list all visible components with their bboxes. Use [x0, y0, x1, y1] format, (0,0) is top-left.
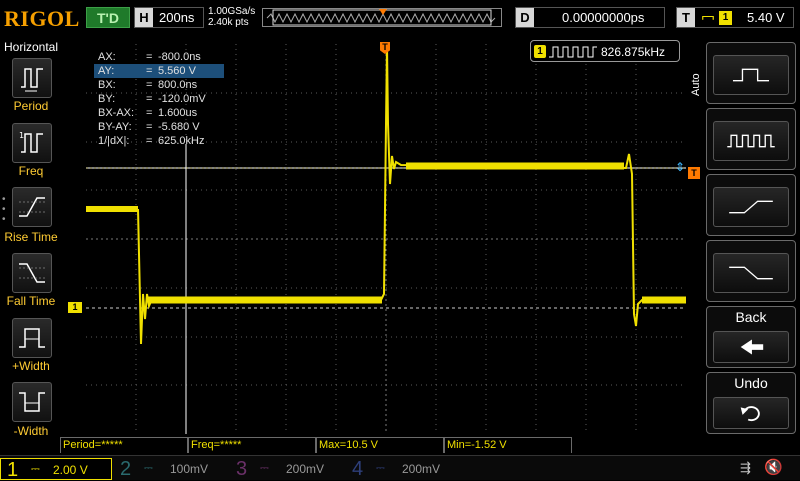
measurement-max[interactable]: Max=10.5 V [316, 437, 444, 453]
sound-muted-icon[interactable]: 🔇 [764, 458, 783, 476]
auto-menu-label: Auto [690, 73, 702, 96]
cursor-row: AX: = -800.0ns [98, 51, 201, 63]
auto-rising-edge-button[interactable] [706, 174, 796, 236]
channel1-box[interactable]: 1 ⎓ 2.00 V [0, 458, 112, 481]
cursor-row: BX: = 800.0ns [98, 79, 198, 91]
rise-time-icon [19, 197, 45, 217]
left-menu-title: Horizontal [4, 40, 59, 54]
dc-coupling-icon: ⎓ [376, 462, 385, 474]
auto-pulse-train-button[interactable] [706, 108, 796, 170]
negative-width-button[interactable] [12, 382, 52, 422]
horizontal-timebase-readout[interactable]: H 200ns [134, 7, 204, 28]
delay-key: D [516, 8, 534, 27]
memory-depth: 2.40k pts [208, 17, 249, 28]
acquisition-info: 1.00GSa/s 2.40k pts [208, 6, 255, 28]
auto-falling-edge-button[interactable] [706, 240, 796, 302]
period-label: Period [13, 99, 49, 113]
channel-bar: 1 ⎓ 2.00 V 2 ⎓ 100mV 3 ⎓ 200mV 4 ⎓ 200mV… [0, 455, 800, 481]
rising-edge-icon [729, 200, 773, 214]
dc-coupling-icon: ⎓ [144, 462, 153, 474]
frequency-channel-badge: 1 [534, 45, 546, 58]
dc-coupling-icon: ⎓ [31, 463, 40, 475]
period-icon [21, 68, 43, 92]
freq-button[interactable]: 1 [12, 123, 52, 163]
back-label: Back [735, 309, 767, 325]
positive-width-icon [19, 328, 45, 348]
frequency-value: 826.875kHz [601, 45, 666, 59]
menu-scroll-dots: • • • [2, 194, 6, 225]
negative-width-icon [19, 392, 45, 412]
usb-icon: ⇶ [740, 460, 751, 475]
channel3-scale: 200mV [286, 462, 325, 476]
rise-time-label: Rise Time [4, 230, 58, 244]
horizontal-key: H [135, 8, 153, 27]
cursor-arrows-icon: ⇕ [675, 160, 686, 174]
trigger-level-marker[interactable]: T [688, 167, 700, 179]
channel1-scale: 2.00 V [53, 463, 88, 477]
channel4-box[interactable]: 4 ⎓ 200mV [346, 458, 458, 480]
undo-label: Undo [734, 375, 768, 391]
horizontal-delay-readout[interactable]: D 0.00000000ps [515, 7, 665, 28]
memory-overview-bar [262, 8, 502, 27]
delay-value: 0.00000000ps [562, 10, 645, 25]
falling-edge-icon [729, 266, 773, 280]
memory-waveform-icon [266, 9, 496, 26]
channel3-box[interactable]: 3 ⎓ 200mV [230, 458, 342, 480]
undo-button[interactable]: Undo [706, 372, 796, 434]
sample-rate: 1.00GSa/s [208, 6, 256, 17]
measurement-bar: Period=***** Freq=***** Max=10.5 V Min=-… [60, 437, 572, 453]
channel1-offset-marker[interactable]: 1 [68, 302, 82, 313]
cursor-row: BY-AY: = -5.680 V [98, 121, 200, 133]
fall-time-icon [19, 263, 45, 283]
channel3-number: 3 [236, 458, 248, 480]
rising-edge-icon: ⼍ [701, 11, 715, 27]
channel1-number: 1 [7, 459, 19, 481]
cursor-readout-table: AX: = -800.0ns AY: = 5.560 V BX: = 800.0ns BY:… [94, 50, 224, 148]
measurement-period[interactable]: Period=***** [60, 437, 188, 453]
period-button[interactable] [12, 58, 52, 98]
fall-time-label: Fall Time [6, 294, 56, 308]
freq-label: Freq [18, 164, 44, 178]
rise-time-button[interactable] [12, 187, 52, 227]
single-pulse-icon [732, 68, 770, 82]
measurement-freq[interactable]: Freq=***** [188, 437, 316, 453]
frequency-icon: 1 [19, 131, 43, 153]
frequency-counter: 1 826.875kHz [530, 40, 680, 62]
cursor-row: BY: = -120.0mV [98, 93, 206, 105]
cursor-row-selected: AY: = 5.560 V [94, 64, 224, 78]
back-button[interactable]: Back [706, 306, 796, 368]
cursor-row: BX-AX: = 1.600us [98, 107, 198, 119]
trigger-status-badge: T'D [86, 7, 130, 28]
channel2-box[interactable]: 2 ⎓ 100mV [114, 458, 226, 480]
trigger-key: T [677, 8, 695, 27]
measurement-min[interactable]: Min=-1.52 V [444, 437, 572, 453]
timebase-value: 200ns [159, 10, 195, 25]
channel2-number: 2 [120, 458, 132, 480]
trigger-source-badge: 1 [719, 11, 732, 25]
fall-time-button[interactable] [12, 253, 52, 293]
negative-width-label: -Width [13, 424, 49, 438]
square-wave-icon [549, 46, 597, 58]
cursor-row: 1/|dX|: = 625.0kHz [98, 135, 205, 147]
channel2-scale: 100mV [170, 462, 209, 476]
dc-coupling-icon: ⎓ [260, 462, 269, 474]
svg-text:1: 1 [19, 131, 24, 140]
undo-icon [740, 406, 760, 422]
positive-width-button[interactable] [12, 318, 52, 358]
positive-width-label: +Width [12, 359, 50, 373]
back-arrow-icon [740, 339, 764, 355]
trigger-readout[interactable]: T ⼍ 1 5.40 V [676, 7, 794, 28]
pulse-train-icon [727, 134, 775, 148]
trigger-level-value: 5.40 V [747, 10, 785, 25]
channel4-scale: 200mV [402, 462, 441, 476]
auto-single-pulse-button[interactable] [706, 42, 796, 104]
channel4-number: 4 [352, 458, 364, 480]
rigol-logo: RIGOL [4, 6, 80, 31]
